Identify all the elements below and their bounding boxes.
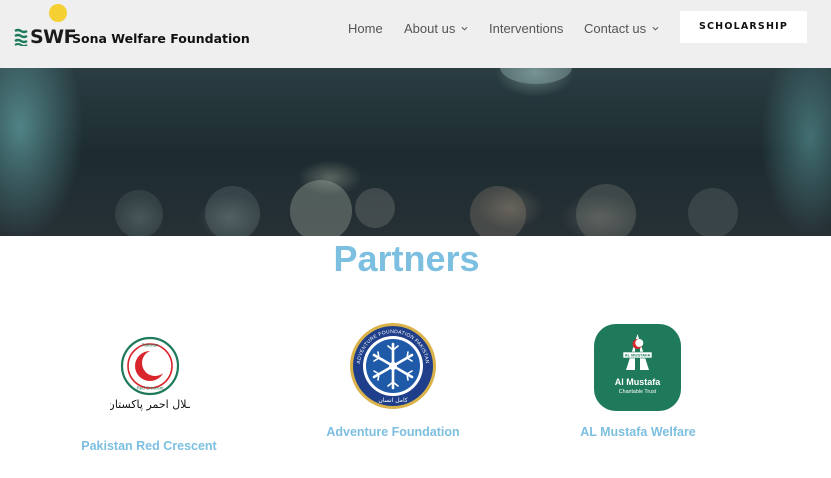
al-mustafa-emblem: AL MUSTAFA Al Mustafa Charitable Trust <box>615 334 662 395</box>
bokeh-light <box>290 180 352 236</box>
partner-label-adventure-foundation[interactable]: Adventure Foundation <box>303 425 483 439</box>
nav-interventions[interactable]: Interventions <box>489 19 563 37</box>
svg-text:Charitable Trust: Charitable Trust <box>619 389 657 395</box>
bokeh-light <box>355 188 395 228</box>
bokeh-light <box>500 68 572 84</box>
sun-icon <box>49 4 67 22</box>
nav-about-us[interactable]: About us <box>404 19 468 37</box>
nav-interventions-label: Interventions <box>489 20 564 36</box>
hero-banner <box>0 68 831 236</box>
al-mustafa-trust-icon[interactable]: AL MUSTAFA Al Mustafa Charitable Trust <box>594 324 681 411</box>
site-logo[interactable]: SWF Sona Welfare Foundation <box>14 4 250 54</box>
nav-about-us-label: About us <box>404 20 456 36</box>
partner-label-al-mustafa-welfare[interactable]: AL Mustafa Welfare <box>548 425 728 439</box>
svg-text:Al Mustafa: Al Mustafa <box>615 377 662 387</box>
red-crescent-emblem-icon[interactable]: Pakistan Red Crescent ہلال احمر پاکستان <box>110 336 190 416</box>
wave-bars-icon <box>14 28 28 46</box>
svg-text:Pakistan: Pakistan <box>142 343 159 348</box>
site-header: SWF Sona Welfare Foundation Home About u… <box>0 0 831 68</box>
svg-text:ہلال احمر پاکستان: ہلال احمر پاکستان <box>110 398 190 411</box>
snowflake-seal-icon[interactable]: ADVENTURE FOUNDATION PAKISTAN کامل انسان <box>349 322 437 410</box>
partners-heading: Partners <box>333 238 480 279</box>
bokeh-light <box>205 186 260 236</box>
scholarship-button[interactable]: SCHOLARSHIP <box>680 11 807 43</box>
svg-text:AL MUSTAFA: AL MUSTAFA <box>625 353 651 358</box>
svg-text:Red Crescent: Red Crescent <box>137 386 165 391</box>
svg-text:کامل انسان: کامل انسان <box>378 397 407 404</box>
bokeh-light <box>115 190 163 236</box>
chevron-down-icon <box>652 26 659 31</box>
bokeh-light <box>576 184 636 236</box>
nav-home-label: Home <box>348 20 383 36</box>
logo-abbreviation: SWF <box>30 26 77 48</box>
nav-contact-us-label: Contact us <box>584 20 647 36</box>
logo-name: Sona Welfare Foundation <box>72 31 250 46</box>
nav-home[interactable]: Home <box>348 19 383 37</box>
nav-contact-us[interactable]: Contact us <box>584 19 659 37</box>
partner-label-pakistan-red-crescent[interactable]: Pakistan Red Crescent <box>60 439 238 453</box>
bokeh-light <box>688 188 738 236</box>
chevron-down-icon <box>461 26 468 31</box>
bokeh-light <box>470 186 526 236</box>
